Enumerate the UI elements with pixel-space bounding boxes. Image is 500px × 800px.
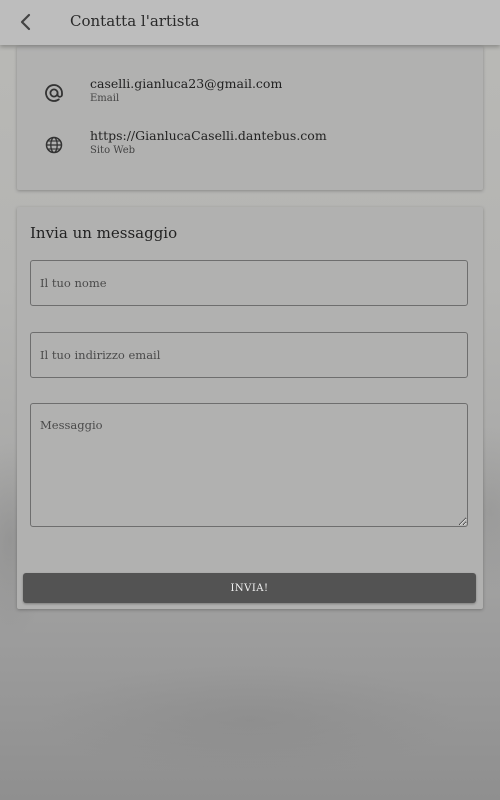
page-title: Contatta l'artista	[70, 12, 200, 30]
chevron-left-icon	[20, 13, 31, 31]
contact-info-card: caselli.gianluca23@gmail.com Email https…	[17, 46, 483, 190]
contact-email-label: Email	[90, 93, 120, 104]
send-button[interactable]: INVIA!	[23, 573, 476, 603]
form-title: Invia un messaggio	[30, 224, 178, 242]
contact-website-value: https://GianlucaCaselli.dantebus.com	[90, 128, 327, 143]
name-input[interactable]	[30, 260, 468, 306]
message-textarea[interactable]	[30, 403, 468, 527]
globe-icon	[45, 136, 63, 154]
contact-website-row[interactable]: https://GianlucaCaselli.dantebus.com Sit…	[17, 128, 483, 168]
contact-website-label: Sito Web	[90, 145, 136, 156]
message-form-card: Invia un messaggio INVIA!	[17, 207, 483, 609]
app-bar: Contatta l'artista	[0, 0, 500, 45]
contact-email-row[interactable]: caselli.gianluca23@gmail.com Email	[17, 76, 483, 116]
email-input[interactable]	[30, 332, 468, 378]
contact-email-value: caselli.gianluca23@gmail.com	[90, 76, 283, 91]
at-icon	[45, 84, 63, 102]
back-button[interactable]	[14, 10, 38, 34]
